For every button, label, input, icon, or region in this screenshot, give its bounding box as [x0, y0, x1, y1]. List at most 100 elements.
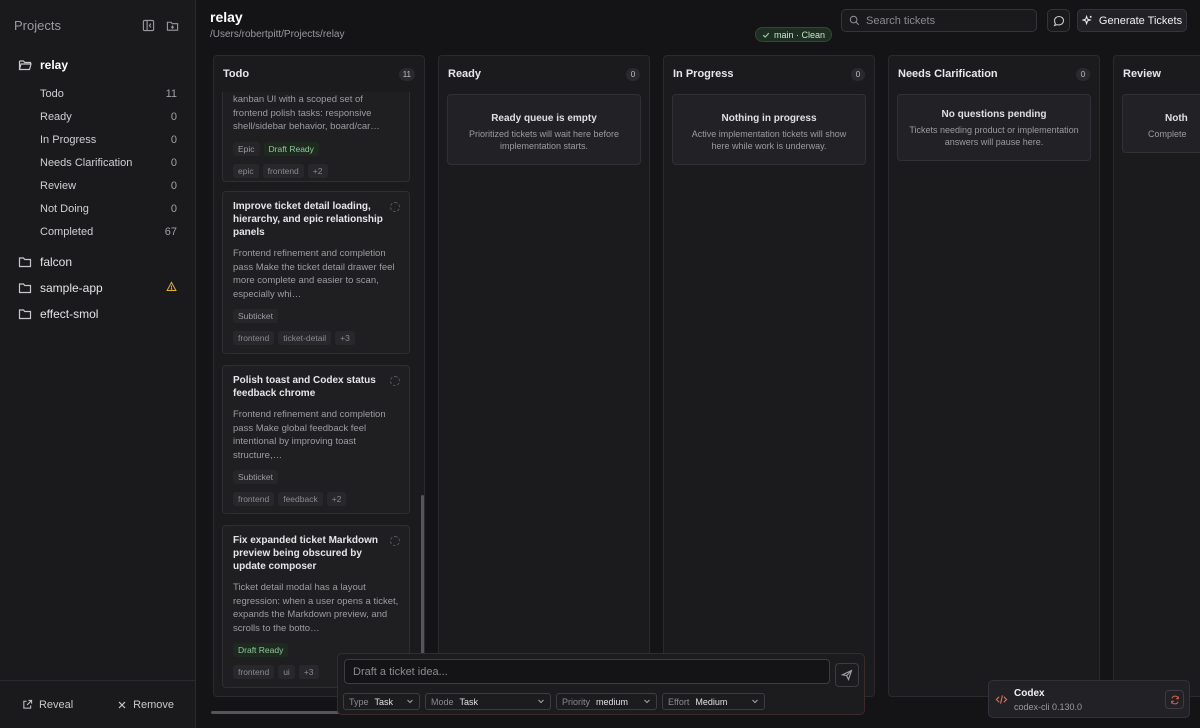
status-count: 67 — [164, 225, 177, 238]
external-link-icon — [23, 699, 33, 709]
column-ready: Ready 0 Ready queue is empty Prioritized… — [438, 55, 650, 697]
codex-status: Codex codex-cli 0.130.0 — [988, 680, 1190, 718]
type-select[interactable]: Type Task — [343, 693, 420, 710]
page-title: relay — [210, 9, 243, 25]
status-circle-icon[interactable] — [390, 536, 400, 546]
folder-icon — [18, 283, 32, 294]
ticket-labels: epic frontend +2 — [233, 163, 399, 178]
vertical-scrollbar[interactable] — [421, 495, 424, 655]
remove-button[interactable]: Remove — [117, 699, 174, 711]
column-header: Todo 11 — [214, 56, 424, 92]
reveal-button[interactable]: Reveal — [22, 699, 73, 711]
ticket-card[interactable]: Polish toast and Codex status feedback c… — [222, 365, 410, 514]
status-label: Ready — [40, 110, 72, 123]
reveal-label: Reveal — [38, 698, 74, 711]
refresh-button[interactable] — [1165, 690, 1184, 709]
sidebar-title: Projects — [14, 17, 61, 33]
check-icon — [762, 32, 770, 38]
column-count: 11 — [398, 67, 415, 81]
project-sample-app[interactable]: sample-app — [0, 275, 195, 301]
empty-description: Complete — [1148, 129, 1187, 139]
status-item-needs-clarification[interactable]: Needs Clarification 0 — [0, 151, 195, 174]
column-todo: Todo 11 kanban UI with a scoped set of f… — [213, 55, 425, 697]
label-chip: ui — [278, 665, 295, 679]
sparkle-icon — [1081, 15, 1092, 26]
column-title: Review — [1123, 68, 1161, 80]
chevron-down-icon — [537, 697, 545, 707]
send-button[interactable] — [835, 663, 859, 687]
status-item-review[interactable]: Review 0 — [0, 174, 195, 197]
branch-label: main · Clean — [774, 29, 826, 40]
ticket-composer: Type Task Mode Task Priority medium Effo… — [337, 653, 865, 715]
select-label: Effort — [668, 696, 690, 707]
status-item-not-doing[interactable]: Not Doing 0 — [0, 197, 195, 220]
status-label: Not Doing — [40, 202, 89, 215]
status-item-todo[interactable]: Todo 11 — [0, 82, 195, 105]
generate-tickets-button[interactable]: Generate Tickets — [1077, 9, 1187, 32]
empty-state: No questions pending Tickets needing pro… — [897, 94, 1091, 161]
ticket-description: kanban UI with a scoped set of frontend … — [233, 94, 380, 132]
collapse-sidebar-icon[interactable] — [139, 16, 157, 34]
sidebar-footer: Reveal Remove — [0, 680, 196, 728]
remove-label: Remove — [133, 698, 175, 711]
project-effect-smol[interactable]: effect-smol — [0, 301, 195, 327]
status-item-ready[interactable]: Ready 0 — [0, 105, 195, 128]
folder-icon — [18, 309, 32, 320]
select-label: Type — [349, 696, 369, 707]
project-falcon[interactable]: falcon — [0, 249, 195, 275]
chat-button[interactable] — [1047, 9, 1070, 32]
label-chip: frontend — [233, 665, 275, 679]
project-relay[interactable]: relay — [0, 52, 195, 78]
column-header: In Progress 0 — [664, 56, 874, 92]
folder-open-icon — [18, 60, 32, 71]
chevron-down-icon — [751, 697, 759, 707]
empty-title: Nothing in progress — [721, 113, 817, 124]
ticket-card[interactable]: Improve ticket detail loading, hierarchy… — [222, 191, 410, 354]
search-placeholder: Search tickets — [866, 14, 936, 27]
empty-state: Nothing in progress Active implementatio… — [672, 94, 866, 165]
horizontal-scrollbar[interactable] — [211, 711, 346, 714]
column-count: 0 — [626, 67, 640, 81]
status-circle-icon[interactable] — [390, 376, 400, 386]
status-item-completed[interactable]: Completed 67 — [0, 220, 195, 243]
status-count: 0 — [170, 133, 177, 146]
empty-title: Ready queue is empty — [491, 113, 597, 124]
select-value: Medium — [695, 696, 728, 707]
status-circle-icon[interactable] — [390, 202, 400, 212]
message-icon — [1053, 15, 1064, 26]
select-value: Task — [374, 696, 394, 707]
select-label: Mode — [431, 696, 454, 707]
status-count: 0 — [170, 179, 177, 192]
mode-select[interactable]: Mode Task — [425, 693, 551, 710]
column-title: In Progress — [673, 68, 734, 80]
effort-select[interactable]: Effort Medium — [662, 693, 765, 710]
search-icon — [849, 15, 860, 26]
column-count: 0 — [851, 67, 865, 81]
status-count: 0 — [170, 110, 177, 123]
project-name: effect-smol — [40, 307, 99, 321]
column-header: Needs Clarification 0 — [889, 56, 1099, 92]
card-list[interactable]: kanban UI with a scoped set of frontend … — [214, 92, 424, 696]
ticket-card[interactable]: kanban UI with a scoped set of frontend … — [222, 92, 410, 182]
column-header: Review — [1114, 56, 1200, 92]
ticket-title: Polish toast and Codex status feedback c… — [233, 375, 376, 399]
priority-select[interactable]: Priority medium — [556, 693, 657, 710]
search-input[interactable]: Search tickets — [841, 9, 1037, 32]
ticket-title: Fix expanded ticket Markdown preview bei… — [233, 535, 379, 572]
sidebar-header: Projects — [0, 0, 195, 50]
status-label: In Progress — [40, 133, 97, 146]
project-path: /Users/robertpitt/Projects/relay — [210, 29, 345, 40]
close-icon — [118, 701, 126, 708]
ticket-idea-input[interactable] — [344, 659, 830, 684]
empty-description: Prioritized tickets will wait here befor… — [468, 129, 620, 151]
select-value: medium — [596, 696, 629, 707]
codex-name: Codex — [1014, 688, 1045, 699]
add-folder-icon[interactable] — [163, 16, 181, 34]
label-chip: epic — [233, 163, 259, 178]
status-item-in-progress[interactable]: In Progress 0 — [0, 128, 195, 151]
project-name: relay — [40, 58, 69, 72]
column-count: 0 — [1076, 67, 1090, 81]
empty-description: Tickets needing product or implementatio… — [909, 125, 1079, 147]
ticket-labels: frontend feedback +2 — [233, 492, 399, 506]
ticket-tags: Subticket — [233, 309, 399, 323]
